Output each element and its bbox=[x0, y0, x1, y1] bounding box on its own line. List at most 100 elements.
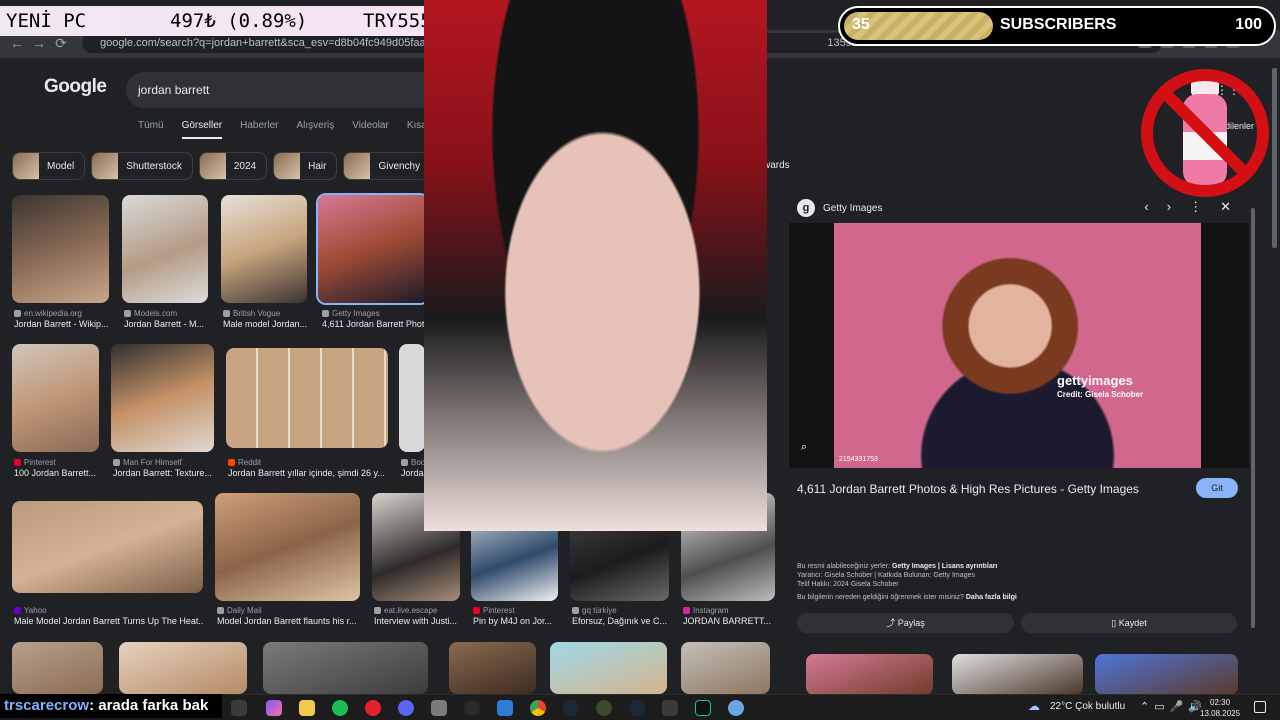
visit-button[interactable]: Git bbox=[1196, 478, 1238, 498]
result-image-collage[interactable] bbox=[226, 348, 388, 448]
result-image[interactable] bbox=[215, 493, 360, 601]
result-image[interactable] bbox=[122, 195, 208, 303]
chip-awards[interactable]: wards bbox=[763, 160, 790, 171]
result-image[interactable] bbox=[12, 344, 99, 452]
share-label: Paylaş bbox=[897, 618, 925, 628]
result-title[interactable]: Jordan Barrett yıllar içinde, şimdi 26 y… bbox=[228, 468, 388, 478]
app-icon[interactable] bbox=[596, 700, 612, 716]
source-icon bbox=[683, 607, 690, 614]
terminal-icon[interactable] bbox=[695, 700, 711, 716]
result-title[interactable]: Jordan Barrett - M... bbox=[124, 319, 208, 329]
steam-icon[interactable] bbox=[629, 700, 645, 716]
google-logo[interactable]: Google bbox=[44, 76, 107, 98]
panel-scrollbar[interactable] bbox=[1251, 208, 1255, 628]
getty-logo-icon: g bbox=[797, 199, 815, 217]
result-title[interactable]: Jorda bbox=[401, 468, 425, 478]
previous-icon[interactable]: ‹ bbox=[1144, 199, 1148, 215]
clock[interactable]: 02:30 13.08.2025 bbox=[1200, 697, 1240, 719]
copilot-icon[interactable] bbox=[266, 700, 282, 716]
tab-videos[interactable]: Videolar bbox=[352, 120, 389, 139]
result-image[interactable] bbox=[119, 642, 247, 694]
chip-hair[interactable]: Hair bbox=[273, 152, 338, 180]
image-id: 2154331753 bbox=[839, 456, 878, 463]
result-image[interactable] bbox=[550, 642, 667, 694]
obs-icon[interactable] bbox=[464, 700, 480, 716]
next-icon[interactable]: › bbox=[1167, 199, 1171, 215]
clock-time: 02:30 bbox=[1210, 698, 1231, 707]
result-image[interactable] bbox=[449, 642, 536, 694]
result-title[interactable]: Pin by M4J on Jor... bbox=[473, 616, 559, 626]
related-image[interactable] bbox=[952, 654, 1083, 694]
more-options-icon[interactable]: ⋮ bbox=[1189, 199, 1202, 215]
lens-search-icon[interactable]: ⌕ bbox=[801, 441, 807, 454]
chip-givenchy[interactable]: Givenchy bbox=[343, 152, 432, 180]
subscriber-label: SUBSCRIBERS bbox=[1000, 16, 1117, 33]
app-icon[interactable] bbox=[497, 700, 513, 716]
result-image[interactable] bbox=[111, 344, 214, 452]
preview-image-frame: gettyimages Credit: Gisela Schober 21543… bbox=[789, 223, 1249, 468]
source-icon bbox=[473, 607, 480, 614]
chip-label: 2024 bbox=[233, 160, 257, 172]
tab-news[interactable]: Haberler bbox=[240, 120, 278, 139]
chip-label: Model bbox=[47, 160, 75, 172]
tab-all[interactable]: Tümü bbox=[138, 120, 164, 139]
preview-title[interactable]: 4,611 Jordan Barrett Photos & High Res P… bbox=[797, 482, 1139, 496]
source-icon bbox=[322, 310, 329, 317]
settings-gear-icon[interactable] bbox=[728, 700, 744, 716]
result-image[interactable] bbox=[12, 195, 109, 303]
result-image-selected[interactable] bbox=[318, 195, 428, 303]
panel-source[interactable]: Getty Images bbox=[823, 203, 882, 214]
more-info-link[interactable]: Daha fazla bilgi bbox=[966, 594, 1017, 601]
system-tray[interactable]: ⌃▭🎤🔊 bbox=[1140, 700, 1207, 713]
tab-images[interactable]: Görseller bbox=[181, 120, 223, 139]
result-title[interactable]: Male Model Jordan Barrett Turns Up The H… bbox=[14, 616, 204, 626]
app-icon[interactable] bbox=[662, 700, 678, 716]
save-button[interactable]: ▯ Kaydet bbox=[1021, 613, 1237, 633]
chrome-icon[interactable] bbox=[530, 700, 546, 716]
result-image[interactable] bbox=[399, 344, 425, 452]
result-image[interactable] bbox=[221, 195, 307, 303]
related-image[interactable] bbox=[806, 654, 933, 694]
weather-widget[interactable]: 22°C Çok bulutlu bbox=[1050, 701, 1125, 712]
result-image[interactable] bbox=[12, 642, 103, 694]
result-title[interactable]: 100 Jordan Barrett... bbox=[14, 468, 99, 478]
result-source-text: en.wikipedia.org bbox=[24, 309, 82, 318]
subscriber-goal-bar: 35 SUBSCRIBERS 100 bbox=[838, 6, 1276, 46]
app-icon[interactable] bbox=[431, 700, 447, 716]
file-explorer-icon[interactable] bbox=[299, 700, 315, 716]
getty-watermark: gettyimages bbox=[1057, 373, 1133, 388]
spotify-icon[interactable] bbox=[332, 700, 348, 716]
result-image[interactable] bbox=[263, 642, 428, 694]
steam-icon[interactable] bbox=[563, 700, 579, 716]
share-button[interactable]: ⤴ Paylaş bbox=[797, 613, 1014, 633]
result-title[interactable]: 4,611 Jordan Barrett Photo bbox=[322, 319, 424, 329]
donation-goal-banner: YENİ PC 497₺ (0.89%) TRY55555 bbox=[0, 6, 460, 36]
banner-goal-progress: 497₺ (0.89%) bbox=[170, 10, 308, 32]
result-title[interactable]: Eforsuz, Dağınık ve C... bbox=[572, 616, 670, 626]
result-source-text: Instagram bbox=[693, 606, 729, 615]
result-title[interactable]: Jordan Barrett - Wikip... bbox=[14, 319, 109, 329]
result-title[interactable]: Interview with Justi... bbox=[374, 616, 460, 626]
result-title[interactable]: Jordan Barrett: Texture... bbox=[113, 468, 213, 478]
discord-icon[interactable] bbox=[398, 700, 414, 716]
chip-shutterstock[interactable]: Shutterstock bbox=[91, 152, 193, 180]
close-icon[interactable]: ✕ bbox=[1220, 199, 1231, 215]
result-title[interactable]: JORDAN BARRETT... bbox=[683, 616, 775, 626]
preview-image[interactable] bbox=[834, 223, 1201, 468]
result-source-text: Daily Mail bbox=[227, 606, 262, 615]
opera-icon[interactable] bbox=[365, 700, 381, 716]
related-image[interactable] bbox=[1095, 654, 1238, 694]
chip-model[interactable]: Model bbox=[12, 152, 86, 180]
license-link[interactable]: Getty Images | Lisans ayrıntıları bbox=[892, 563, 997, 570]
chip-label: Hair bbox=[308, 160, 327, 172]
result-title[interactable]: Male model Jordan... bbox=[223, 319, 307, 329]
notifications-icon[interactable] bbox=[1254, 701, 1266, 713]
result-image[interactable] bbox=[681, 642, 770, 694]
result-image[interactable] bbox=[12, 501, 203, 593]
result-title[interactable]: Model Jordan Barrett flaunts his r... bbox=[217, 616, 362, 626]
tab-shopping[interactable]: Alışveriş bbox=[297, 120, 335, 139]
result-source: en.wikipedia.org bbox=[14, 309, 109, 318]
chip-2024[interactable]: 2024 bbox=[198, 152, 268, 180]
result-source: gq türkiye bbox=[572, 606, 670, 615]
task-view-icon[interactable] bbox=[231, 700, 247, 716]
